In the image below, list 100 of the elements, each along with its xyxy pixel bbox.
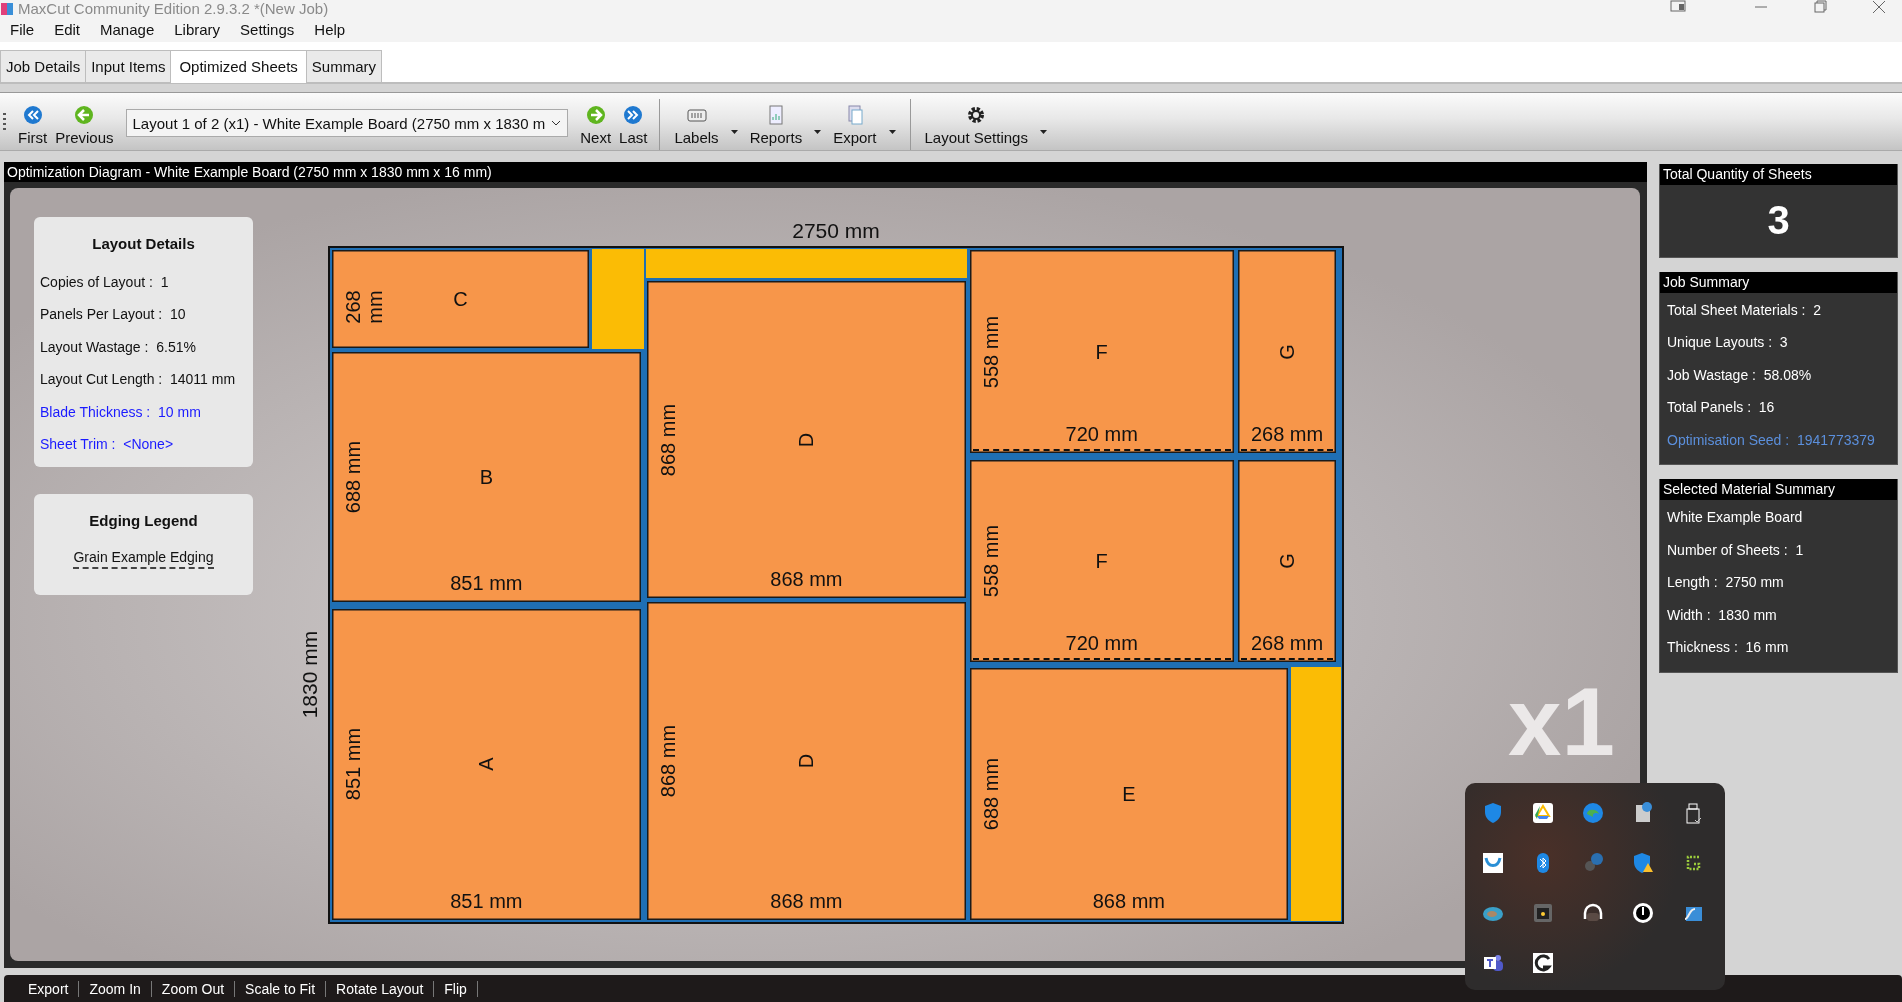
caret-icon — [730, 129, 738, 134]
detail-text: Layout Cut Length : 14011 mm — [40, 371, 236, 388]
detail-text: Panels Per Layout : 10 — [40, 306, 186, 323]
panel-header: Job Summary — [1660, 271, 1897, 293]
detail-text: Copies of Layout : 1 — [40, 273, 169, 290]
summary-text: Length : 2750 mm — [1667, 574, 1784, 591]
tab[interactable]: Summary — [305, 49, 382, 82]
app-logo-icon — [0, 2, 14, 16]
window-title: MaxCut Community Edition 2.9.3.2 *(New Job) — [18, 1, 329, 17]
tablet-mode-icon[interactable] — [1670, 0, 1688, 14]
summary-text: Unique Layouts : 3 — [1667, 334, 1788, 351]
cut-panel[interactable]: F 558 mm 720 mm — [967, 247, 1236, 456]
panel-height-label: 688 mm — [979, 757, 1002, 831]
cut-panel[interactable]: G 268 mm — [1235, 457, 1339, 664]
cut-panel[interactable]: G 268 mm — [1235, 247, 1339, 456]
cut-panel[interactable]: C 268 mm — [330, 247, 591, 351]
panel-label: D — [796, 753, 817, 769]
restore-icon[interactable] — [1813, 0, 1827, 14]
menu-item[interactable]: Edit — [44, 21, 91, 39]
summary-text: Total Sheet Materials : 2 — [1667, 301, 1822, 318]
panel-label: E — [1122, 784, 1136, 804]
tab[interactable]: Job Details — [0, 49, 87, 82]
summary-text: Width : 1830 mm — [1667, 606, 1777, 623]
panel-height-label: 688 mm — [342, 440, 364, 514]
panel-width-label: 868 mm — [770, 889, 843, 912]
menu-item[interactable]: File — [0, 21, 45, 39]
cut-panel[interactable]: F 558 mm 720 mm — [967, 457, 1236, 664]
settings-button[interactable]: Layout Settings — [918, 92, 1053, 150]
panel-label: D — [796, 432, 817, 447]
diagram-title: Optimization Diagram - White Example Board (2750 mm x 1830 mm x 16 mm) — [4, 161, 1647, 182]
panel-width-label: 868 mm — [1092, 889, 1165, 912]
detail-text: Sheet Trim : <None> — [40, 436, 174, 453]
menu-item[interactable]: Library — [164, 21, 231, 39]
caret-icon — [1039, 129, 1047, 134]
panel-width-label: 851 mm — [450, 889, 523, 912]
card-title: Edging Legend — [88, 511, 199, 529]
cut-panel[interactable]: D 868 mm 868 mm — [645, 599, 968, 922]
card-title: Layout Details — [91, 234, 196, 252]
bottom-action[interactable]: Scale to Fit — [235, 980, 326, 997]
panel-height-label: 558 mm — [979, 524, 1002, 597]
cut-panel[interactable]: E 688 mm 868 mm — [967, 666, 1291, 922]
menu-item[interactable]: Help — [304, 21, 356, 39]
layout-dropdown[interactable]: Layout 1 of 2 (x1) - White Example Board (2750 mm x 1830 m — [125, 109, 569, 138]
menu-item[interactable]: Settings — [230, 21, 305, 39]
panel-header: Selected Material Summary — [1660, 479, 1897, 501]
nav-button[interactable]: First — [14, 92, 52, 150]
cut-panel[interactable]: B 688 mm 851 mm — [330, 350, 643, 604]
nav-button[interactable]: Next — [576, 92, 616, 150]
summary-text: Thickness : 16 mm — [1667, 639, 1789, 656]
caret-icon — [814, 129, 822, 134]
sheet-count: 3 — [1767, 198, 1790, 244]
summary-text: Total Panels : 16 — [1667, 399, 1775, 416]
shield-warning-icon[interactable] — [1631, 851, 1655, 875]
nav-button[interactable]: Previous — [51, 92, 118, 150]
panel-height-label: 868 mm — [657, 403, 680, 476]
panel-label: A — [476, 757, 497, 772]
edging-legend-item: Grain Example Edging — [73, 548, 214, 569]
power-icon[interactable] — [1631, 901, 1655, 925]
panel-header: Total Quantity of Sheets — [1660, 163, 1897, 185]
sheet-width-label: 2750 mm — [792, 218, 880, 243]
bottom-action[interactable]: Rotate Layout — [326, 980, 434, 997]
cut-panel[interactable]: A 851 mm 851 mm — [330, 607, 643, 922]
detail-text: Blade Thickness : 10 mm — [40, 403, 201, 420]
panel-width-label: 720 mm — [1065, 423, 1138, 446]
bottom-action[interactable]: Zoom In — [79, 980, 151, 997]
panel-width-label: 268 mm — [1250, 423, 1324, 446]
nav-button[interactable]: Last — [615, 92, 652, 150]
triangle-logo-icon[interactable] — [1531, 801, 1555, 825]
tab[interactable]: Input Items — [85, 49, 172, 82]
summary-text: White Example Board — [1667, 509, 1803, 526]
menu-button[interactable]: Labels — [668, 92, 744, 150]
panel-width-label: 868 mm — [770, 567, 843, 590]
panel-label: G — [1277, 552, 1298, 569]
copies-label: x1 — [1508, 673, 1615, 770]
summary-text: Optimisation Seed : 1941773379 — [1667, 431, 1875, 448]
close-icon[interactable] — [1872, 0, 1886, 14]
bottom-action[interactable]: Flip — [434, 980, 477, 997]
caret-icon — [888, 129, 896, 134]
menu-item[interactable]: Manage — [90, 21, 165, 39]
cut-panel[interactable]: D 868 mm 868 mm — [645, 279, 968, 600]
panel-label: F — [1095, 341, 1108, 362]
chevron-down-icon — [551, 119, 562, 128]
panel-width-label: 851 mm — [450, 571, 523, 594]
menu-button[interactable]: Reports — [743, 92, 828, 150]
tab[interactable]: Optimized Sheets — [170, 49, 307, 83]
menu-button[interactable]: Export — [827, 92, 902, 150]
gear-icon — [966, 104, 987, 125]
app-window-icon[interactable] — [1531, 901, 1555, 925]
bottom-action[interactable]: Zoom Out — [151, 980, 235, 997]
summary-text: Job Wastage : 58.08% — [1667, 366, 1812, 383]
panel-height-label: 268 mm — [342, 289, 386, 324]
swirl-logo-icon[interactable] — [1581, 801, 1605, 825]
letter-g-icon[interactable] — [1531, 951, 1555, 975]
panel-label: C — [453, 289, 468, 310]
panel-height-label: 851 mm — [342, 728, 364, 801]
panel-label: F — [1095, 550, 1108, 571]
bottom-action[interactable]: Export — [18, 980, 79, 997]
panel-label: G — [1277, 343, 1298, 360]
toolbar-grip[interactable] — [3, 112, 6, 131]
panel-height-label: 868 mm — [657, 724, 680, 797]
